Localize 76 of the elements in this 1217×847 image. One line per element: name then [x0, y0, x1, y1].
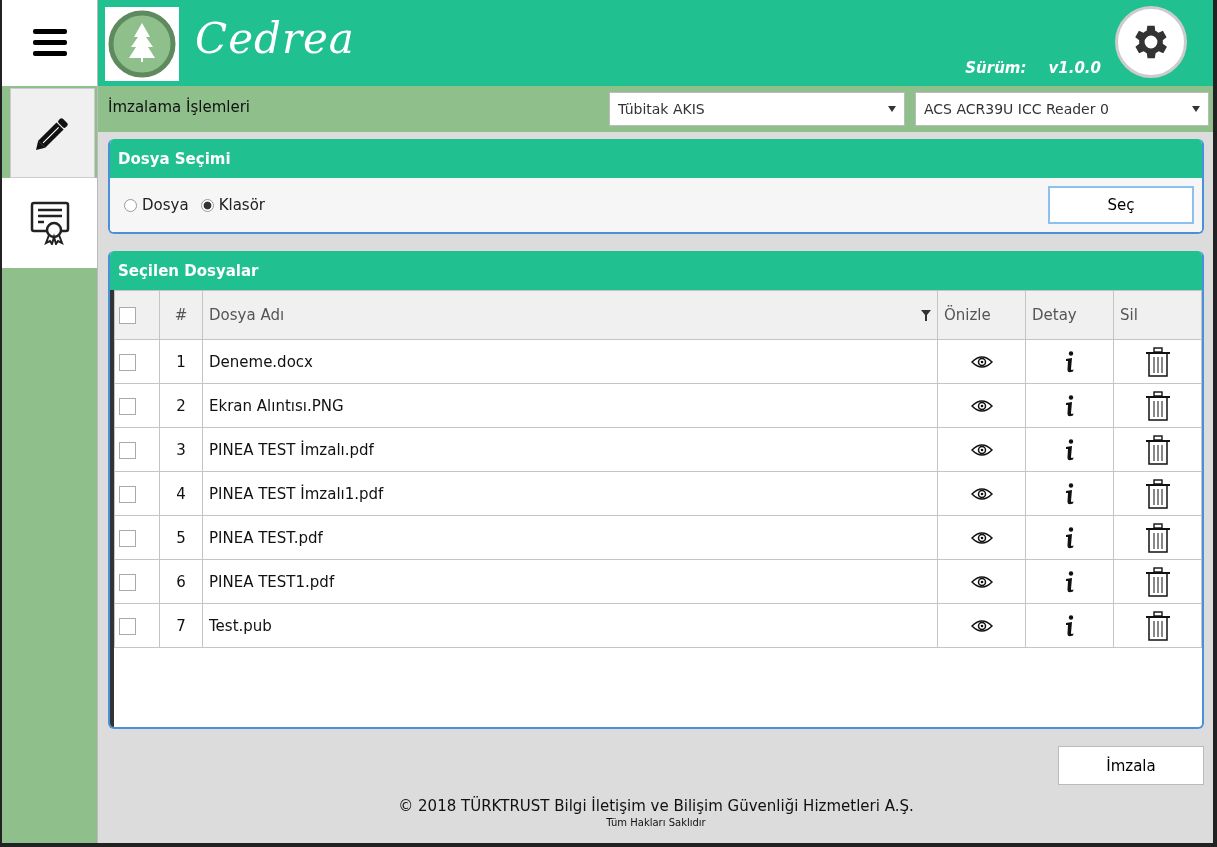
checkbox[interactable] — [119, 529, 136, 547]
app-title: Cedrea — [195, 14, 355, 63]
checkbox[interactable] — [119, 573, 136, 591]
table-cell: 3 — [159, 427, 203, 472]
version-label: Sürüm: — [965, 59, 1027, 77]
menu-button[interactable] — [2, 0, 97, 86]
radio-label: Klasör — [218, 196, 265, 214]
table-cell: 5 — [159, 515, 203, 560]
table-cell: 6 — [159, 559, 203, 604]
info-icon[interactable] — [1064, 438, 1075, 461]
checkbox[interactable] — [119, 441, 136, 459]
panel-title: Seçilen Dosyalar — [110, 251, 1202, 290]
checkbox[interactable] — [119, 353, 136, 371]
dropdown-caret-icon — [1192, 106, 1200, 112]
radio-option[interactable]: Klasör — [200, 196, 265, 214]
sign-button[interactable]: İmzala — [1058, 746, 1204, 785]
trash-icon[interactable] — [1144, 610, 1171, 641]
column-header: # — [159, 290, 203, 340]
sidebar-tab[interactable] — [2, 178, 97, 268]
eye-icon[interactable] — [970, 487, 993, 501]
dropdown[interactable]: Tübitak AKIS — [609, 92, 905, 126]
checkbox[interactable] — [119, 485, 136, 503]
table-cell: Ekran Alıntısı.PNG — [202, 383, 938, 428]
column-header[interactable]: Dosya Adı — [202, 290, 938, 340]
table-cell: 2 — [159, 383, 203, 428]
table-cell: Test.pub — [202, 603, 938, 648]
copyright-text: © 2018 TÜRKTRUST Bilgi İletişim ve Bilişim Güvenliği Hizmetleri A.Ş. — [398, 797, 914, 815]
dropdown-caret-icon — [888, 106, 896, 112]
table-cell: Deneme.docx — [202, 339, 938, 384]
trash-icon[interactable] — [1144, 478, 1171, 509]
info-icon[interactable] — [1064, 394, 1075, 417]
checkbox[interactable] — [119, 617, 136, 635]
eye-icon[interactable] — [970, 531, 993, 545]
version-number: v1.0.0 — [1048, 59, 1101, 77]
radio-button[interactable] — [124, 198, 137, 212]
select-button[interactable]: Seç — [1048, 186, 1194, 224]
radio-button[interactable] — [200, 198, 214, 212]
table-cell: PINEA TEST İmzalı1.pdf — [202, 471, 938, 516]
radio-option[interactable]: Dosya — [124, 196, 189, 214]
info-icon[interactable] — [1064, 482, 1075, 505]
table-cell: 1 — [159, 339, 203, 384]
info-icon[interactable] — [1064, 570, 1075, 593]
trash-icon[interactable] — [1144, 434, 1171, 465]
trash-icon[interactable] — [1144, 346, 1171, 377]
table-cell: PINEA TEST İmzalı.pdf — [202, 427, 938, 472]
eye-icon[interactable] — [970, 443, 993, 457]
tree-logo-icon — [105, 7, 179, 81]
trash-icon[interactable] — [1144, 522, 1171, 553]
sidebar-tab[interactable] — [10, 88, 95, 178]
column-header: Sil — [1113, 290, 1202, 340]
table-cell: 7 — [159, 603, 203, 648]
table-cell: 4 — [159, 471, 203, 516]
filter-icon[interactable] — [921, 309, 931, 321]
checkbox[interactable] — [119, 397, 136, 415]
menu-icon — [30, 27, 69, 59]
table-cell: PINEA TEST.pdf — [202, 515, 938, 560]
info-icon[interactable] — [1064, 350, 1075, 373]
eye-icon[interactable] — [970, 619, 993, 633]
column-header: Önizle — [937, 290, 1026, 340]
table-cell: PINEA TEST1.pdf — [202, 559, 938, 604]
panel-title: Dosya Seçimi — [110, 139, 1202, 178]
dropdown[interactable]: ACS ACR39U ICC Reader 0 — [915, 92, 1209, 126]
column-header: Detay — [1025, 290, 1114, 340]
trash-icon[interactable] — [1144, 390, 1171, 421]
rights-text: Tüm Hakları Saklıdır — [606, 817, 706, 828]
info-icon[interactable] — [1064, 526, 1075, 549]
eye-icon[interactable] — [970, 575, 993, 589]
eye-icon[interactable] — [970, 355, 993, 369]
trash-icon[interactable] — [1144, 566, 1171, 597]
checkbox[interactable] — [119, 307, 136, 324]
column-header-label: Dosya Adı — [209, 306, 285, 324]
info-icon[interactable] — [1064, 614, 1075, 637]
certificate-icon — [29, 201, 70, 245]
eye-icon[interactable] — [970, 399, 993, 413]
section-title: İmzalama İşlemleri — [108, 98, 250, 116]
radio-label: Dosya — [142, 196, 189, 214]
